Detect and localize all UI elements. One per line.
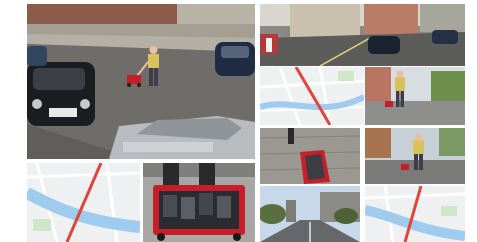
photo-wagon-cobblestone	[260, 128, 360, 184]
map-river-traffic-2	[27, 163, 140, 242]
map-river-traffic-3	[365, 186, 465, 242]
photo-city-street-trees	[260, 186, 360, 242]
photo-wagon-phones	[143, 163, 255, 242]
photo-street-wagon-large	[27, 4, 255, 159]
photo-man-wagon-street	[365, 128, 465, 184]
photo-man-wagon-sidewalk	[365, 67, 465, 125]
map-river-traffic-1	[260, 67, 364, 125]
photo-street-buildings	[260, 4, 465, 66]
